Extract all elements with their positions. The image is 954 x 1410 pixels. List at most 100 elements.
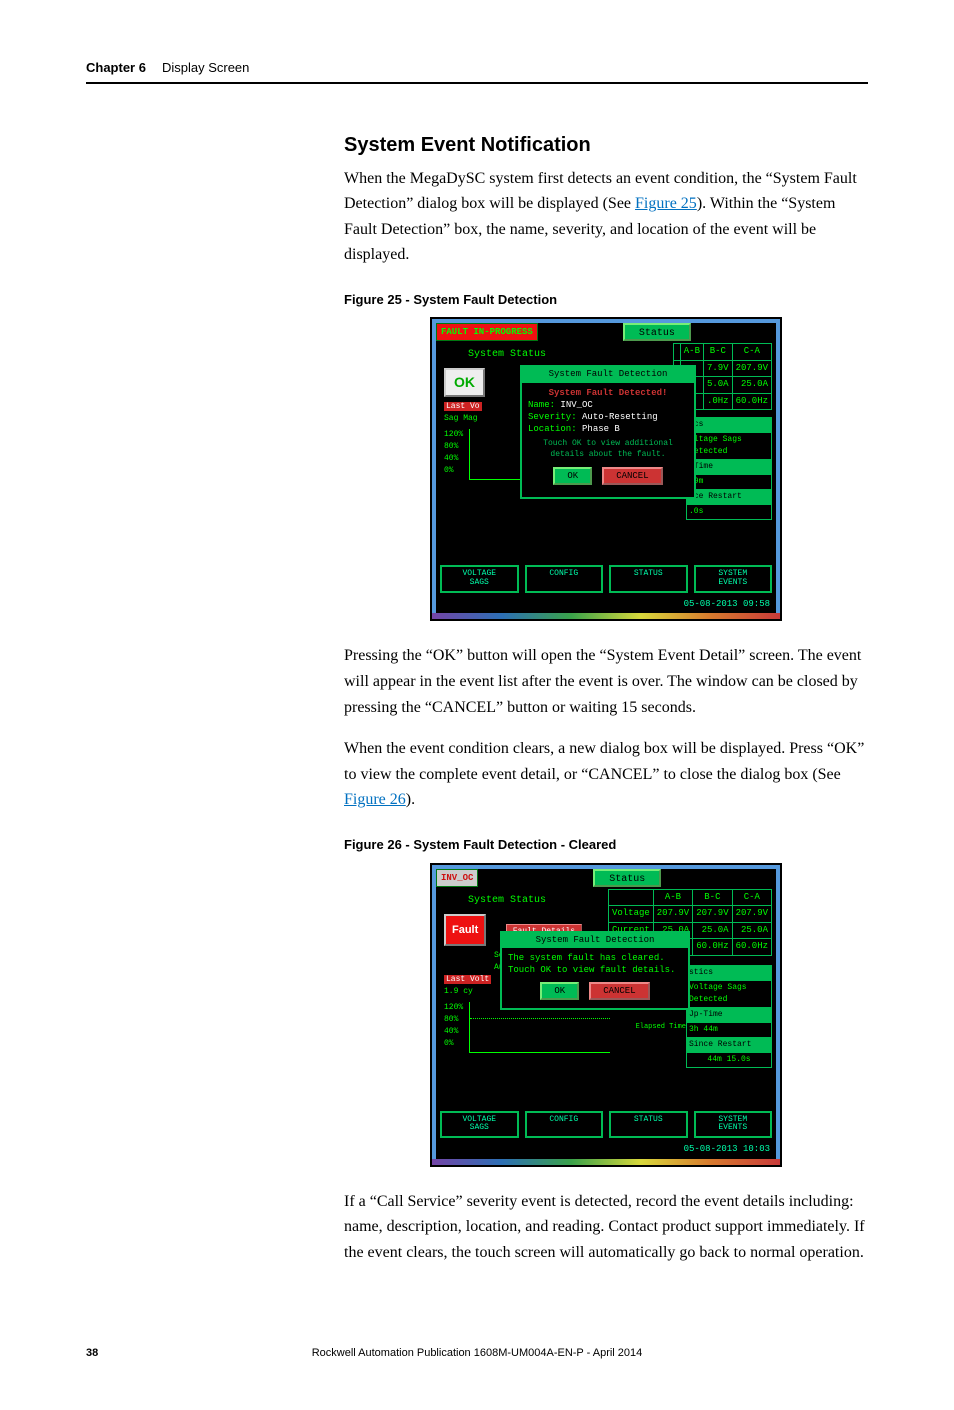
col-ab: A-B: [680, 344, 703, 361]
nav-system-events[interactable]: SYSTEMEVENTS: [694, 565, 773, 593]
content-column: System Event Notification When the MegaD…: [344, 130, 868, 1266]
fault-detection-dialog: System Fault Detection System Fault Dete…: [520, 365, 696, 499]
stats2-r2h: Jp-Time: [687, 1007, 771, 1022]
stats2-r1b: Detected: [689, 995, 727, 1004]
stats2-hdr: stics: [687, 966, 771, 980]
nav-row-2: VOLTAGESAGS CONFIG STATUS SYSTEMEVENTS: [436, 1105, 776, 1143]
ok-status-badge: OK: [444, 368, 485, 397]
call-service-paragraph: If a “Call Service” severity event is de…: [344, 1189, 868, 1266]
chapter-label: Chapter 6: [86, 58, 146, 78]
stats-r3: .0s: [687, 504, 771, 519]
stats2-r2: 3h 44m: [687, 1022, 771, 1037]
v-ca: 207.9V: [732, 360, 771, 377]
nav2-status[interactable]: STATUS: [609, 1111, 688, 1139]
a-ca: 25.0A: [732, 377, 771, 394]
page-footer: 38 Rockwell Automation Publication 1608M…: [86, 1345, 868, 1362]
last-volt-label: Last Volt: [444, 975, 491, 984]
para-ok-cancel: Pressing the “OK” button will open the “…: [344, 643, 868, 720]
yl2-120: 120%: [444, 1002, 463, 1014]
cleared-message: The system fault has cleared. Touch OK t…: [508, 952, 682, 976]
hz-ca: 60.0Hz: [732, 393, 771, 410]
col2-ca: C-A: [732, 889, 771, 906]
cycles-label: 1.9 cy: [444, 987, 473, 996]
fault-banner-cleared: INV_OC: [436, 869, 478, 887]
nav2-system-events[interactable]: SYSTEMEVENTS: [694, 1111, 773, 1139]
figure-26-caption: Figure 26 - System Fault Detection - Cle…: [344, 835, 868, 855]
elapsed-time-label: Elapsed Time: [636, 1022, 686, 1033]
para-cleared: When the event condition clears, a new d…: [344, 736, 868, 813]
status-tab[interactable]: Status: [623, 323, 691, 341]
dialog2-title: System Fault Detection: [502, 933, 688, 949]
dialog-hint: Touch OK to view additional details abou…: [528, 439, 688, 461]
para3a: When the event condition clears, a new d…: [344, 740, 864, 783]
a2-bc: 25.0A: [693, 922, 732, 939]
nav-status[interactable]: STATUS: [609, 565, 688, 593]
statistics-panel: ics oltage SagsDetected -Time 39m nce Re…: [686, 417, 772, 520]
name-lbl: Name:: [528, 400, 555, 410]
fault-cleared-dialog: System Fault Detection The system fault …: [500, 931, 690, 1011]
yl-0: 0%: [444, 465, 463, 477]
section-heading: System Event Notification: [344, 130, 868, 160]
page-header: Chapter 6 Display Screen: [86, 58, 868, 84]
fault-banner: FAULT IN-PROGRESS: [436, 323, 538, 341]
stats2-r3: 44m 15.0s: [687, 1052, 771, 1067]
dialog-cancel-button[interactable]: CANCEL: [602, 467, 662, 485]
nav-config[interactable]: CONFIG: [525, 565, 604, 593]
nav-row: VOLTAGESAGS CONFIG STATUS SYSTEMEVENTS: [436, 559, 776, 597]
stats2-r3h: Since Restart: [687, 1037, 771, 1052]
chapter-title: Display Screen: [162, 58, 249, 78]
hmi2-timestamp: 05-08-2013 10:03: [436, 1142, 776, 1159]
status-tab-2[interactable]: Status: [593, 869, 661, 887]
hmi-screenshot-fault-in-progress: FAULT IN-PROGRESS Status System Status A…: [430, 317, 782, 621]
yl2-80: 80%: [444, 1014, 463, 1026]
dialog2-ok-button[interactable]: OK: [540, 982, 579, 1000]
hmi-timestamp: 05-08-2013 09:58: [436, 597, 776, 614]
gradient-bar: [432, 613, 780, 619]
gradient-bar-2: [432, 1159, 780, 1165]
col-bc: B-C: [703, 344, 732, 361]
loc-val: Phase B: [582, 424, 620, 434]
v2-ab: 207.9V: [653, 906, 692, 923]
hz-bc: .0Hz: [703, 393, 732, 410]
nav2-config[interactable]: CONFIG: [525, 1111, 604, 1139]
a-bc: 5.0A: [703, 377, 732, 394]
yl-40: 40%: [444, 453, 463, 465]
dialog-ok-button[interactable]: OK: [553, 467, 592, 485]
statistics-panel-2: stics Voltage Sags Detected Jp-Time 3h 44…: [686, 965, 772, 1068]
row-v-lbl: Voltage: [608, 906, 653, 923]
col-ca: C-A: [732, 344, 771, 361]
stats2-r1: Voltage Sags: [689, 983, 747, 992]
hz2-ca: 60.0Hz: [732, 939, 771, 956]
name-val: INV_OC: [560, 400, 592, 410]
yl2-40: 40%: [444, 1026, 463, 1038]
hz2-bc: 60.0Hz: [693, 939, 732, 956]
last-vo-label: Last Vo: [444, 402, 482, 411]
v2-bc: 207.9V: [693, 906, 732, 923]
sev-val: Auto-Resetting: [582, 412, 658, 422]
para3b: ).: [406, 791, 415, 808]
fault-detected-text: System Fault Detected!: [528, 387, 688, 399]
sag-mag-label: Sag Mag: [444, 414, 478, 423]
hmi-screenshot-fault-cleared: INV_OC Status System Status A-BB-CC-A Vo…: [430, 863, 782, 1167]
stats-r1: oltage Sags: [689, 435, 742, 444]
figure-26-link[interactable]: Figure 26: [344, 791, 406, 808]
publication-id: Rockwell Automation Publication 1608M-UM…: [86, 1345, 868, 1362]
stats-r2h: -Time: [687, 459, 771, 474]
yl-120: 120%: [444, 429, 463, 441]
loc-lbl: Location:: [528, 424, 577, 434]
intro-paragraph: When the MegaDySC system first detects a…: [344, 166, 868, 268]
a2-ca: 25.0A: [732, 922, 771, 939]
v-bc: 7.9V: [703, 360, 732, 377]
figure-25-link[interactable]: Figure 25: [635, 195, 697, 212]
v2-ca: 207.9V: [732, 906, 771, 923]
stats-r2: 39m: [687, 474, 771, 489]
figure-25-caption: Figure 25 - System Fault Detection: [344, 290, 868, 310]
yl2-0: 0%: [444, 1038, 463, 1050]
dialog2-cancel-button[interactable]: CANCEL: [589, 982, 649, 1000]
page-number: 38: [86, 1345, 98, 1362]
dialog-title: System Fault Detection: [522, 367, 694, 383]
nav-voltage-sags[interactable]: VOLTAGESAGS: [440, 565, 519, 593]
stats-hdr: ics: [687, 418, 771, 432]
col2-ab: A-B: [653, 889, 692, 906]
nav2-voltage-sags[interactable]: VOLTAGESAGS: [440, 1111, 519, 1139]
